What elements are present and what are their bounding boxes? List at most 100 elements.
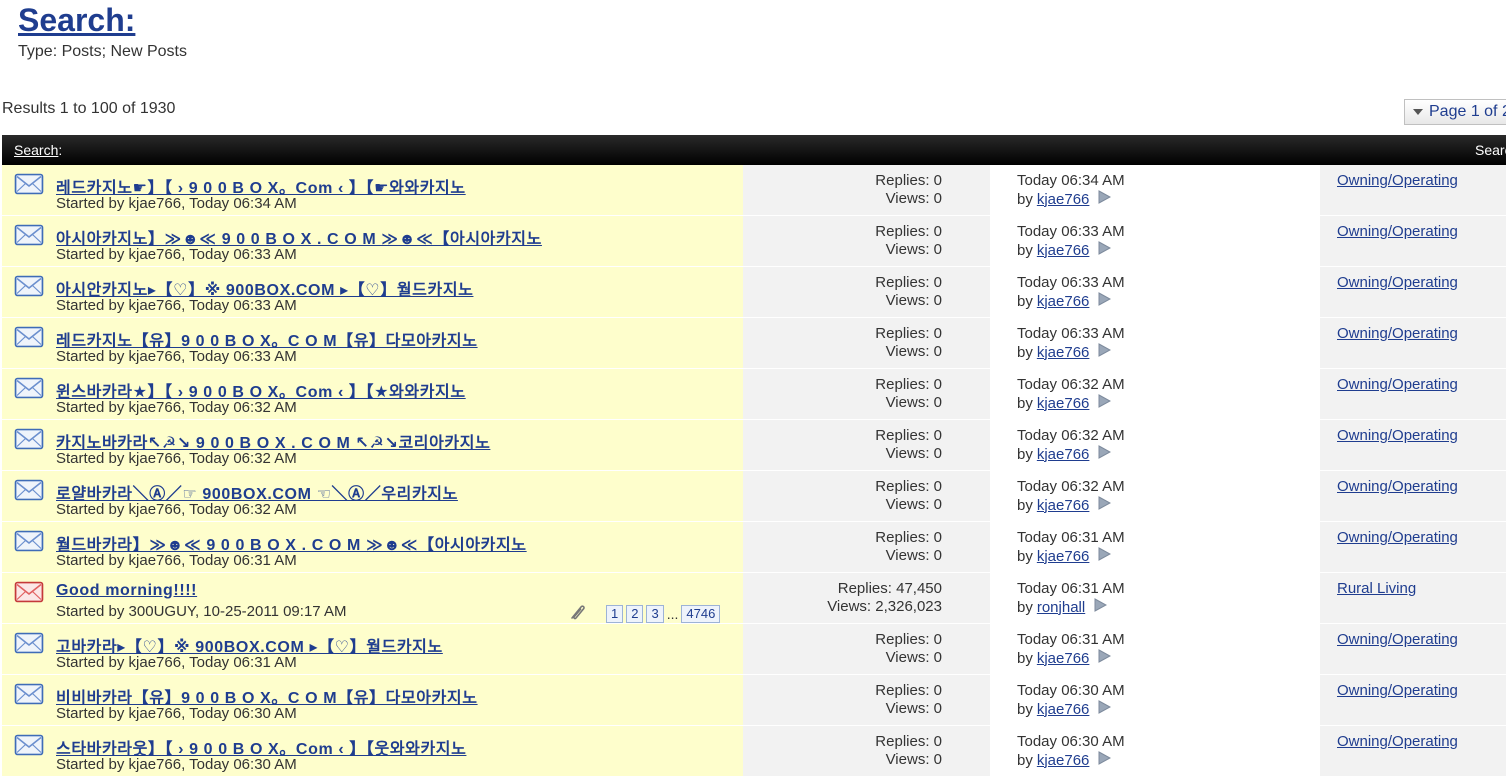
last-post-time: Today 06:32 AM (1017, 478, 1125, 495)
replies-count: Replies: 0 (875, 325, 942, 342)
last-post-time: Today 06:31 AM (1017, 631, 1125, 648)
by-label: by (1017, 343, 1033, 361)
last-post-time: Today 06:30 AM (1017, 682, 1125, 699)
go-to-last-post-icon[interactable] (1097, 190, 1112, 208)
go-to-last-post-icon[interactable] (1097, 496, 1112, 514)
last-post-cell: Today 06:33 AM by kjae766 (990, 318, 1320, 368)
thread-started-by: Started by kjae766, Today 06:30 AM (56, 756, 297, 773)
go-to-last-post-icon[interactable] (1097, 547, 1112, 565)
go-to-last-post-icon[interactable] (1097, 700, 1112, 718)
page-selector[interactable]: Page 1 of 20 (1404, 99, 1506, 125)
thread-title-cell: 비비바카라【유】9 0 0 B O X。C O M【유】다모아카지노 Starte… (2, 675, 743, 725)
views-count: Views: 0 (885, 445, 942, 462)
last-post-user-link[interactable]: kjae766 (1037, 344, 1090, 361)
by-label: by (1017, 292, 1033, 310)
go-to-last-post-icon[interactable] (1097, 343, 1112, 361)
last-post-user-link[interactable]: kjae766 (1037, 242, 1090, 259)
forum-link[interactable]: Owning/Operating (1337, 631, 1458, 648)
forum-link[interactable]: Owning/Operating (1337, 325, 1458, 342)
forum-link[interactable]: Owning/Operating (1337, 529, 1458, 546)
forum-link[interactable]: Owning/Operating (1337, 223, 1458, 240)
views-count: Views: 2,326,023 (827, 598, 942, 615)
thread-row: 고바카라▸【♡】※ 900BOX.COM ▸【♡】월드카지노 Started by… (2, 624, 1506, 675)
go-to-last-post-icon[interactable] (1097, 649, 1112, 667)
search-type-subtitle: Type: Posts; New Posts (18, 43, 187, 60)
last-post-user-link[interactable]: kjae766 (1037, 446, 1090, 463)
envelope-icon (14, 528, 44, 554)
views-count: Views: 0 (885, 343, 942, 360)
envelope-icon (14, 426, 44, 452)
last-post-user-link[interactable]: kjae766 (1037, 650, 1090, 667)
thread-row: 카지노바카라↖☭↘ 9 0 0 B O X . C O M ↖☭↘코리아카지노 S… (2, 420, 1506, 471)
envelope-icon (14, 222, 44, 248)
replies-count: Replies: 0 (875, 223, 942, 240)
forum-cell: Rural Living (1320, 573, 1506, 623)
last-post-user-link[interactable]: kjae766 (1037, 701, 1090, 718)
forum-link[interactable]: Owning/Operating (1337, 172, 1458, 189)
thread-page-links: 1 2 3... 4746 (606, 605, 721, 623)
views-count: Views: 0 (885, 241, 942, 258)
thread-page-link[interactable]: 3 (646, 605, 664, 623)
replies-count: Replies: 0 (875, 682, 942, 699)
last-post-cell: Today 06:34 AM by kjae766 (990, 165, 1320, 215)
last-post-user-link[interactable]: kjae766 (1037, 497, 1090, 514)
last-post-user-link[interactable]: kjae766 (1037, 752, 1090, 769)
thread-stats-cell: Replies: 0 Views: 0 (743, 318, 990, 368)
go-to-last-post-icon[interactable] (1097, 751, 1112, 769)
views-count: Views: 0 (885, 700, 942, 717)
forum-link[interactable]: Owning/Operating (1337, 427, 1458, 444)
thread-row: Good morning!!!! Started by 300UGUY, 10-2… (2, 573, 1506, 624)
results-count: Results 1 to 100 of 1930 (2, 100, 176, 117)
thread-title-cell: 레드카지노☛】【 › 9 0 0 B O X。Com ‹ 】【☛와와카지노 Sta… (2, 165, 743, 215)
last-post-user-link[interactable]: kjae766 (1037, 293, 1090, 310)
forum-link[interactable]: Owning/Operating (1337, 733, 1458, 750)
last-post-time: Today 06:32 AM (1017, 376, 1125, 393)
forum-link[interactable]: Owning/Operating (1337, 682, 1458, 699)
last-post-by: by kjae766 (1017, 292, 1112, 310)
thread-page-link[interactable]: 1 (606, 605, 624, 623)
last-post-cell: Today 06:32 AM by kjae766 (990, 369, 1320, 419)
by-label: by (1017, 598, 1033, 616)
envelope-icon (14, 630, 44, 656)
go-to-last-post-icon[interactable] (1093, 598, 1108, 616)
thread-title-cell: 윈스바카라★】【 › 9 0 0 B O X。Com ‹ 】【★와와카지노 Sta… (2, 369, 743, 419)
go-to-last-post-icon[interactable] (1097, 445, 1112, 463)
last-post-user-link[interactable]: ronjhall (1037, 599, 1085, 616)
views-count: Views: 0 (885, 292, 942, 309)
views-count: Views: 0 (885, 394, 942, 411)
forum-link[interactable]: Owning/Operating (1337, 376, 1458, 393)
envelope-icon (14, 681, 44, 707)
last-post-cell: Today 06:31 AM by kjae766 (990, 522, 1320, 572)
forum-cell: Owning/Operating (1320, 726, 1506, 776)
go-to-last-post-icon[interactable] (1097, 241, 1112, 259)
last-post-cell: Today 06:31 AM by kjae766 (990, 624, 1320, 674)
by-label: by (1017, 241, 1033, 259)
thread-page-link[interactable]: 2 (626, 605, 644, 623)
thread-stats-cell: Replies: 0 Views: 0 (743, 471, 990, 521)
go-to-last-post-icon[interactable] (1097, 394, 1112, 412)
by-label: by (1017, 496, 1033, 514)
forum-link[interactable]: Rural Living (1337, 580, 1416, 597)
envelope-icon (14, 171, 44, 197)
thread-title-link[interactable]: Good morning!!!! (56, 582, 197, 600)
forum-link[interactable]: Owning/Operating (1337, 274, 1458, 291)
last-post-user-link[interactable]: kjae766 (1037, 395, 1090, 412)
thread-row: 아시안카지노▸【♡】※ 900BOX.COM ▸【♡】월드카지노 Started … (2, 267, 1506, 318)
last-post-user-link[interactable]: kjae766 (1037, 191, 1090, 208)
thread-title-cell: 아시안카지노▸【♡】※ 900BOX.COM ▸【♡】월드카지노 Started … (2, 267, 743, 317)
last-post-by: by kjae766 (1017, 190, 1112, 208)
header-search-label[interactable]: Search: (14, 142, 62, 158)
by-label: by (1017, 394, 1033, 412)
thread-stats-cell: Replies: 0 Views: 0 (743, 522, 990, 572)
thread-page-link[interactable]: 4746 (681, 605, 721, 623)
envelope-icon (14, 273, 44, 299)
page-title[interactable]: Search: (18, 2, 135, 39)
last-post-user-link[interactable]: kjae766 (1037, 548, 1090, 565)
forum-cell: Owning/Operating (1320, 420, 1506, 470)
forum-cell: Owning/Operating (1320, 216, 1506, 266)
forum-link[interactable]: Owning/Operating (1337, 478, 1458, 495)
thread-row: 로얄바카라＼Ⓐ／☞ 900BOX.COM ☜＼Ⓐ／우리카지노 Started by… (2, 471, 1506, 522)
last-post-time: Today 06:33 AM (1017, 325, 1125, 342)
go-to-last-post-icon[interactable] (1097, 292, 1112, 310)
replies-count: Replies: 0 (875, 478, 942, 495)
